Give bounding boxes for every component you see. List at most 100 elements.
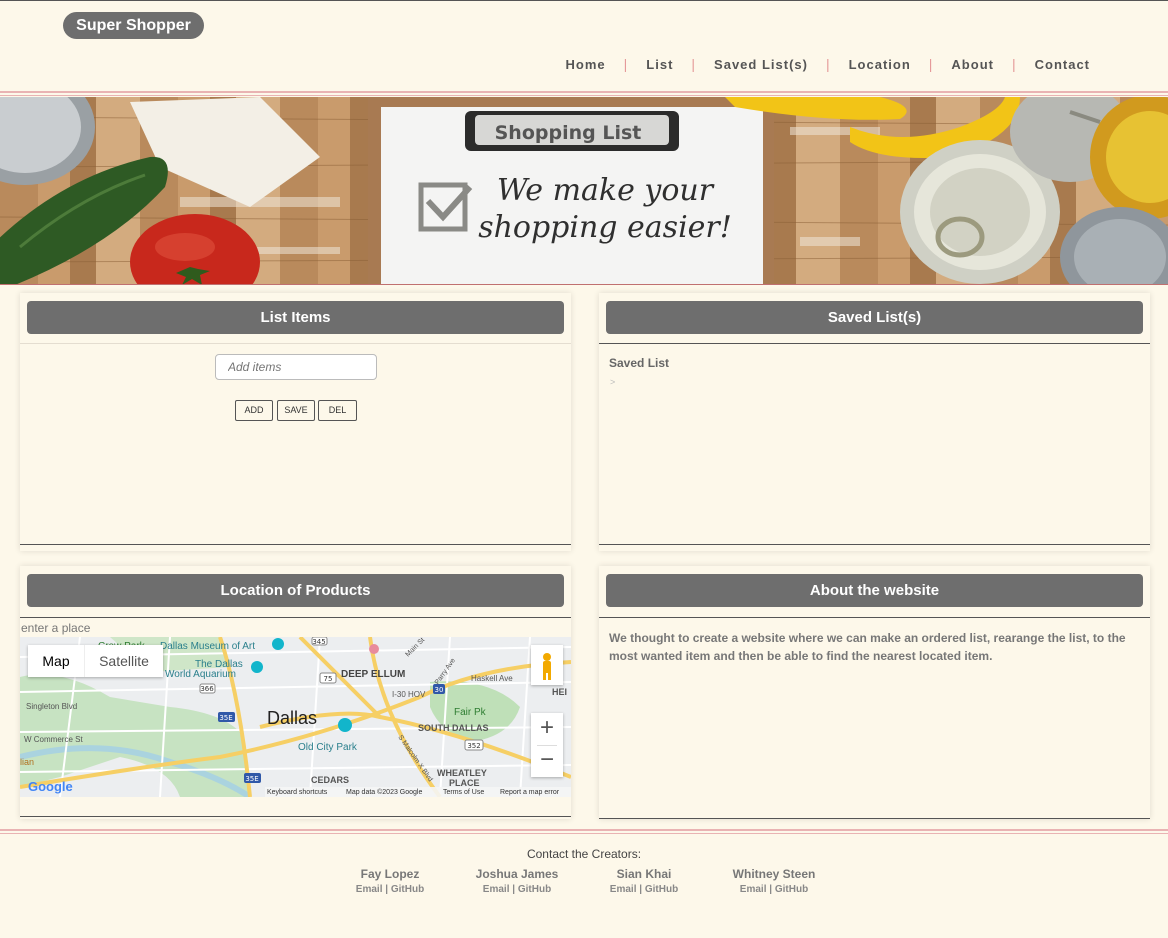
saved-lists-card: Saved List(s) Saved List >	[599, 293, 1150, 551]
about-text: We thought to create a website where we …	[609, 631, 1126, 663]
github-link[interactable]: GitHub	[391, 884, 424, 895]
email-link[interactable]: Email	[610, 884, 637, 895]
creator-links: Email | GitHub	[330, 884, 450, 895]
email-link[interactable]: Email	[740, 884, 767, 895]
card-divider	[20, 544, 571, 545]
card-divider	[20, 816, 571, 817]
map-label: CEDARS	[311, 775, 349, 785]
hero-banner: Shopping List We make your shopping easi…	[0, 97, 1168, 285]
route-shield: 75	[324, 675, 333, 683]
hero-bottom-border	[0, 284, 1168, 285]
map-label: Haskell Ave	[471, 674, 513, 683]
creator-sian-khai: Sian Khai Email | GitHub	[584, 867, 704, 895]
map-label: SOUTH DALLAS	[418, 723, 489, 733]
brand-logo[interactable]: Super Shopper	[63, 12, 204, 39]
google-logo: Google	[28, 779, 73, 794]
location-card: Location of Products enter a place 345 3…	[20, 566, 571, 819]
add-button[interactable]: ADD	[235, 400, 273, 421]
hero-illustration: Shopping List We make your shopping easi…	[0, 97, 1168, 285]
footer-divider	[0, 833, 1168, 834]
map-label: WHEATLEY	[437, 768, 487, 778]
list-items-title: List Items	[27, 301, 564, 334]
top-border	[0, 0, 1168, 1]
add-items-input[interactable]	[215, 354, 377, 380]
map-label: PLACE	[449, 778, 480, 788]
creator-fay-lopez: Fay Lopez Email | GitHub	[330, 867, 450, 895]
save-button[interactable]: SAVE	[277, 400, 315, 421]
github-link[interactable]: GitHub	[645, 884, 678, 895]
route-shield: 352	[467, 742, 480, 750]
email-link[interactable]: Email	[483, 884, 510, 895]
creator-name: Whitney Steen	[732, 867, 816, 881]
list-items-card: List Items ADD SAVE DEL	[20, 293, 571, 551]
zoom-out-button[interactable]: −	[531, 746, 563, 777]
main-nav: Home | List | Saved List(s) | Location |…	[548, 56, 1108, 72]
card-divider	[599, 617, 1150, 618]
nav-saved-lists[interactable]: Saved List(s)	[696, 57, 826, 72]
card-divider	[599, 818, 1150, 819]
nav-about[interactable]: About	[933, 57, 1012, 72]
map-label: W Commerce St	[24, 735, 83, 744]
map-data-attribution: Map data ©2023 Google	[346, 788, 422, 796]
creator-whitney-steen: Whitney Steen Email | GitHub	[714, 867, 834, 895]
footer-divider	[0, 829, 1168, 831]
creator-links: Email | GitHub	[584, 884, 704, 895]
email-link[interactable]: Email	[356, 884, 383, 895]
github-link[interactable]: GitHub	[775, 884, 808, 895]
nav-location[interactable]: Location	[831, 57, 929, 72]
route-shield: 366	[200, 685, 214, 693]
contact-heading: Contact the Creators:	[526, 847, 642, 861]
map-label: Old City Park	[298, 742, 358, 753]
map-type-control: Map Satellite	[28, 645, 163, 677]
delete-button[interactable]: DEL	[318, 400, 357, 421]
link-separator: |	[512, 884, 516, 895]
saved-lists-title: Saved List(s)	[606, 301, 1143, 334]
card-divider	[20, 617, 571, 618]
google-map[interactable]: 345 366 35E 75 30 352 35E Crow Par	[20, 637, 571, 797]
zoom-in-button[interactable]: +	[531, 713, 563, 745]
hero-tagline-line2: shopping easier!	[478, 210, 732, 245]
card-divider	[599, 343, 1150, 344]
card-divider	[20, 343, 571, 344]
saved-list-item[interactable]: Saved List	[609, 356, 669, 370]
map-city-label: Dallas	[267, 708, 317, 728]
map-zoom-control: + −	[531, 713, 563, 777]
poi-pin-icon[interactable]	[338, 718, 352, 732]
hero-tagline-line1: We make your	[497, 173, 715, 208]
map-report-error-link[interactable]: Report a map error	[500, 789, 560, 796]
nav-home[interactable]: Home	[548, 57, 624, 72]
route-shield: 30	[435, 686, 444, 694]
nav-contact[interactable]: Contact	[1017, 57, 1108, 72]
map-keyboard-shortcuts-link[interactable]: Keyboard shortcuts	[267, 789, 328, 796]
map-terms-link[interactable]: Terms of Use	[443, 789, 484, 796]
poi-pin-icon[interactable]	[251, 661, 263, 673]
map-label: Dallas Museum of Art	[160, 641, 255, 652]
map-type-map-button[interactable]: Map	[28, 645, 84, 677]
map-label: DEEP ELLUM	[341, 669, 405, 680]
creator-links: Email | GitHub	[714, 884, 834, 895]
nav-list[interactable]: List	[628, 57, 691, 72]
creator-name: Joshua James	[475, 867, 559, 881]
map-label: Fair Pk	[454, 707, 487, 718]
about-card: About the website We thought to create a…	[599, 566, 1150, 819]
chevron-right-icon: >	[610, 377, 616, 387]
creator-name: Sian Khai	[616, 867, 672, 881]
route-shield: 35E	[219, 714, 232, 722]
creator-name: Fay Lopez	[360, 867, 420, 881]
github-link[interactable]: GitHub	[518, 884, 551, 895]
map-type-satellite-button[interactable]: Satellite	[84, 645, 163, 677]
creator-joshua-james: Joshua James Email | GitHub	[457, 867, 577, 895]
route-shield: 345	[312, 638, 325, 646]
poi-pin-icon[interactable]	[272, 638, 284, 650]
map-label: HEI	[552, 687, 567, 697]
clipboard-title: Shopping List	[495, 122, 642, 144]
map-label: World Aquarium	[165, 669, 236, 680]
place-search-input[interactable]: enter a place	[20, 620, 167, 637]
link-separator: |	[769, 884, 773, 895]
about-title: About the website	[606, 574, 1143, 607]
header-divider	[0, 95, 1168, 96]
location-title: Location of Products	[27, 574, 564, 607]
poi-pin-icon[interactable]	[369, 644, 379, 654]
street-view-pegman-icon[interactable]	[531, 645, 563, 685]
creator-links: Email | GitHub	[457, 884, 577, 895]
